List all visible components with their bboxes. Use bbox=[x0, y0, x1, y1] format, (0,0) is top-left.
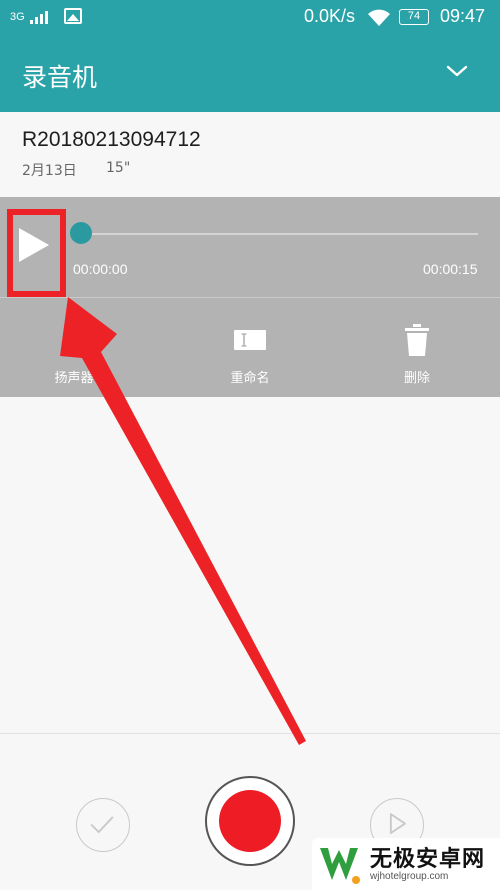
watermark-url: wjhotelgroup.com bbox=[370, 871, 449, 882]
speaker-icon bbox=[63, 328, 78, 352]
current-time: 00:00:00 bbox=[73, 261, 128, 277]
seek-thumb[interactable] bbox=[70, 222, 92, 244]
clock: 09:47 bbox=[440, 6, 486, 26]
speaker-label: 扬声器 bbox=[54, 371, 94, 386]
watermark-logo-icon bbox=[320, 848, 360, 884]
trash-icon bbox=[405, 324, 429, 356]
rename-label: 重命名 bbox=[230, 371, 270, 386]
check-icon bbox=[90, 816, 114, 834]
record-button[interactable] bbox=[205, 776, 295, 866]
wifi-icon bbox=[368, 9, 390, 26]
speaker-button[interactable]: 扬声器 bbox=[29, 323, 119, 387]
seek-bar[interactable] bbox=[81, 233, 478, 235]
chevron-down-icon[interactable] bbox=[446, 60, 468, 82]
image-notification-icon bbox=[64, 8, 82, 24]
delete-button[interactable]: 删除 bbox=[372, 323, 462, 387]
confirm-button[interactable] bbox=[76, 798, 130, 852]
rename-icon bbox=[234, 330, 266, 350]
status-bar: 3G 0.0K/s 74 09:47 bbox=[0, 0, 500, 36]
player-panel: 00:00:00 00:00:15 扬声器 重命名 删除 bbox=[0, 197, 500, 397]
recording-date: 2月13日 bbox=[22, 163, 77, 179]
play-icon[interactable] bbox=[16, 225, 52, 265]
delete-label: 删除 bbox=[403, 371, 430, 386]
network-type: 3G bbox=[10, 11, 25, 23]
battery-icon: 74 bbox=[399, 9, 429, 25]
record-icon bbox=[219, 790, 281, 852]
recording-duration: 15" bbox=[106, 160, 131, 176]
signal-icon bbox=[30, 10, 52, 24]
rename-button[interactable]: 重命名 bbox=[205, 323, 295, 387]
total-time: 00:00:15 bbox=[423, 261, 478, 277]
app-bar: 录音机 bbox=[0, 36, 500, 112]
network-speed: 0.0K/s bbox=[304, 6, 356, 26]
divider bbox=[0, 297, 500, 298]
app-title: 录音机 bbox=[22, 63, 98, 92]
watermark-name: 无极安卓网 bbox=[370, 847, 486, 872]
watermark: 无极安卓网 wjhotelgroup.com bbox=[312, 838, 500, 890]
recording-name: R20180213094712 bbox=[22, 128, 201, 151]
